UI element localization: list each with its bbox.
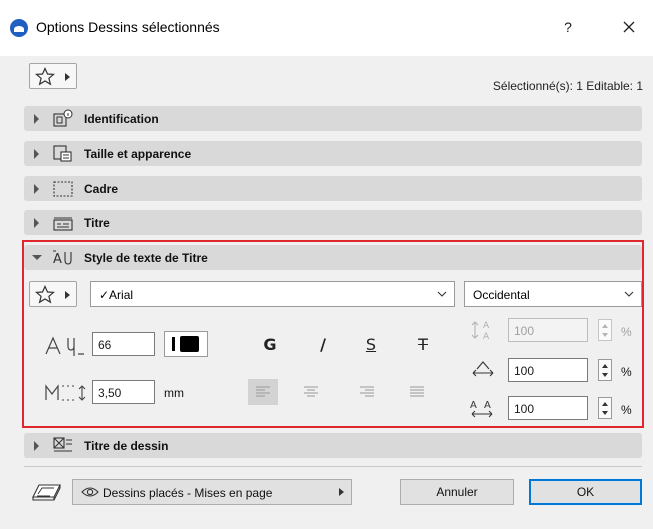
svg-text:A: A [484, 400, 491, 411]
char-height-icon: A A [470, 400, 493, 418]
panel-label: Cadre [84, 182, 119, 196]
archicad-logo-icon [10, 19, 28, 37]
pen-color-button[interactable] [164, 331, 208, 357]
align-left-button[interactable] [248, 379, 278, 405]
panel-label: Identification [84, 112, 159, 126]
title-icon [53, 217, 73, 231]
font-size-value: 66 [98, 338, 112, 352]
strikethrough-button[interactable]: T [410, 333, 436, 357]
ok-button[interactable]: OK [529, 479, 642, 505]
align-center-button[interactable] [296, 379, 326, 405]
char-height-field[interactable]: 100 [508, 396, 588, 420]
char-spacing-icon: A A [471, 321, 490, 341]
spin-up-icon [602, 364, 608, 368]
spin-up-icon [602, 324, 608, 328]
footer-separator [24, 466, 642, 467]
char-height-unit: % [621, 403, 632, 417]
chevron-right-icon [65, 291, 70, 299]
align-justify-button[interactable] [402, 379, 432, 405]
help-button[interactable]: ? [556, 16, 580, 38]
align-left-icon [256, 386, 270, 397]
selection-info: Sélectionné(s): 1 Editable: 1 [492, 79, 643, 93]
width-factor-icon [472, 361, 494, 377]
align-center-icon [304, 386, 318, 397]
panel-label: Titre de dessin [84, 439, 169, 453]
color-swatch [180, 336, 199, 352]
char-spacing-spinner[interactable] [598, 319, 612, 341]
panel-size-appearance[interactable]: Taille et apparence [24, 141, 642, 166]
panel-label: Titre [84, 216, 110, 230]
font-dropdown[interactable]: ✓Arial [90, 281, 455, 307]
frame-icon [53, 181, 73, 197]
chevron-right-icon [65, 73, 70, 81]
close-button[interactable] [616, 14, 642, 40]
identification-icon [53, 109, 73, 127]
close-icon [623, 21, 635, 33]
underline-button[interactable]: S [358, 333, 384, 357]
panel-frame[interactable]: Cadre [24, 176, 642, 201]
spin-down-icon [602, 373, 608, 377]
spin-down-icon [602, 411, 608, 415]
spin-up-icon [602, 402, 608, 406]
expand-arrow-icon [34, 184, 39, 194]
align-right-icon [360, 386, 374, 397]
text-style-favorites-button[interactable] [29, 281, 77, 307]
eye-icon [81, 487, 99, 497]
char-spacing-field[interactable]: 100 [508, 318, 588, 342]
width-factor-value: 100 [514, 364, 535, 378]
italic-button[interactable]: / [310, 333, 336, 357]
star-icon [35, 285, 55, 304]
views-placed-button[interactable]: Dessins placés - Mises en page [72, 479, 352, 505]
panel-drawing-title[interactable]: Titre de dessin [24, 433, 642, 458]
expand-arrow-icon [34, 114, 39, 124]
pen-indicator [172, 337, 175, 351]
char-spacing-value: 100 [514, 324, 535, 338]
svg-text:A: A [470, 400, 477, 411]
svg-text:A: A [483, 321, 490, 331]
expand-arrow-icon [34, 218, 39, 228]
window-title: Options Dessins sélectionnés [36, 19, 220, 35]
script-dropdown[interactable]: Occidental [464, 281, 642, 307]
views-placed-label: Dessins placés - Mises en page [103, 486, 273, 500]
width-factor-spinner[interactable] [598, 359, 612, 381]
align-right-button[interactable] [352, 379, 382, 405]
line-spacing-field[interactable]: 3,50 [92, 380, 155, 404]
panel-label: Style de texte de Titre [84, 251, 208, 265]
cancel-button[interactable]: Annuler [400, 479, 514, 505]
char-height-spinner[interactable] [598, 397, 612, 419]
line-spacing-value: 3,50 [98, 386, 122, 400]
chevron-down-icon [437, 291, 447, 297]
char-height-value: 100 [514, 402, 535, 416]
svg-text:A: A [483, 332, 490, 341]
panel-title-text-style[interactable]: A Style de texte de Titre [24, 245, 642, 270]
title-bar: Options Dessins sélectionnés ? [0, 0, 653, 56]
align-justify-icon [410, 386, 424, 397]
line-spacing-unit: mm [164, 386, 184, 400]
chevron-down-icon [624, 291, 634, 297]
font-value: ✓Arial [99, 288, 134, 302]
char-spacing-unit: % [621, 325, 632, 339]
drawing-title-icon [53, 437, 72, 452]
favorites-button[interactable] [29, 63, 77, 89]
width-factor-field[interactable]: 100 [508, 358, 588, 382]
star-icon [35, 67, 55, 86]
bold-button[interactable]: G [257, 333, 283, 357]
svg-text:A: A [53, 252, 62, 267]
chevron-right-icon [339, 488, 344, 496]
script-value: Occidental [473, 288, 530, 302]
width-factor-unit: % [621, 365, 632, 379]
size-appearance-icon [53, 145, 72, 162]
spin-down-icon [602, 333, 608, 337]
text-style-icon: A [53, 250, 72, 267]
font-size-field[interactable]: 66 [92, 332, 155, 356]
font-size-icon [45, 336, 84, 356]
collapse-arrow-icon [32, 255, 42, 260]
panel-label: Taille et apparence [84, 147, 192, 161]
line-spacing-icon [45, 384, 86, 401]
layout-book-icon [32, 484, 61, 501]
panel-identification[interactable]: Identification [24, 106, 642, 131]
expand-arrow-icon [34, 149, 39, 159]
panel-title[interactable]: Titre [24, 210, 642, 235]
expand-arrow-icon [34, 441, 39, 451]
